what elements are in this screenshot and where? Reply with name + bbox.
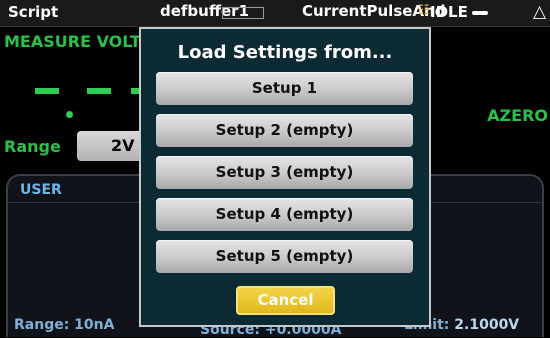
tab-user[interactable]: USER [20, 182, 62, 198]
measure-function-title[interactable]: MEASURE VOLT [4, 32, 141, 51]
idle-label: IDLE [430, 3, 468, 21]
autozero-indicator[interactable]: AZERO [487, 106, 548, 125]
idle-status[interactable]: IDLE [430, 3, 488, 21]
setup-3-button[interactable]: Setup 3 (empty) [156, 156, 413, 189]
warning-triangle-icon[interactable]: △ [533, 2, 546, 22]
script-label[interactable]: Script [8, 3, 58, 21]
setup-2-button[interactable]: Setup 2 (empty) [156, 114, 413, 147]
setup-5-button[interactable]: Setup 5 (empty) [156, 240, 413, 273]
range-button[interactable]: 2V [77, 131, 147, 161]
setup-1-button[interactable]: Setup 1 [156, 72, 413, 105]
reading-dash [87, 88, 111, 94]
range-value: 2V [111, 136, 135, 155]
network-icon[interactable]: ☷ [418, 3, 430, 18]
source-range-readout[interactable]: Range: 10nA [14, 317, 114, 333]
reading-dash [35, 88, 59, 94]
trigger-idle-icon [471, 10, 488, 15]
buffer-fill-indicator [222, 7, 264, 19]
decimal-point [66, 111, 73, 118]
limit-value: 2.1000V [449, 317, 520, 333]
dialog-title: Load Settings from... [177, 42, 393, 63]
setup-4-button[interactable]: Setup 4 (empty) [156, 198, 413, 231]
status-bar: Script defbuffer1 CurrentPulseAnd ☷ IDLE… [0, 0, 550, 27]
cancel-button[interactable]: Cancel [236, 286, 335, 315]
range-label: Range [4, 137, 61, 156]
load-settings-dialog: Load Settings from... Setup 1 Setup 2 (e… [139, 27, 431, 327]
